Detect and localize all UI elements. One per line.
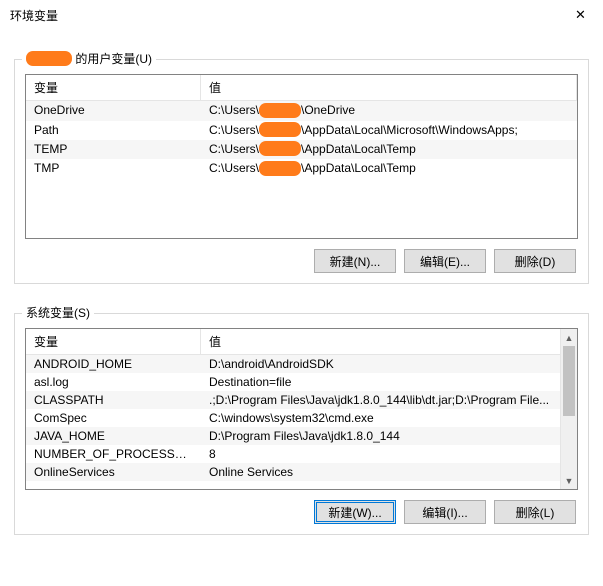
col-value[interactable]: 值 [201, 75, 577, 100]
user-delete-button[interactable]: 删除(D) [494, 249, 576, 273]
scroll-thumb[interactable] [563, 346, 575, 416]
sys-new-button[interactable]: 新建(W)... [314, 500, 396, 524]
var-name-cell: asl.log [26, 373, 201, 391]
var-name-cell: TEMP [26, 140, 201, 159]
var-value-cell: Online Services [201, 463, 577, 481]
titlebar: 环境变量 ✕ [0, 0, 603, 30]
sys-edit-button[interactable]: 编辑(I)... [404, 500, 486, 524]
user-edit-button[interactable]: 编辑(E)... [404, 249, 486, 273]
user-vars-list[interactable]: 变量 值 OneDriveC:\Users\\OneDrivePathC:\Us… [25, 74, 578, 239]
var-value-cell: .;D:\Program Files\Java\jdk1.8.0_144\lib… [201, 391, 577, 409]
var-value-cell: C:\Users\\AppData\Local\Microsoft\Window… [201, 121, 577, 140]
var-value-cell: D:\Program Files\Java\jdk1.8.0_144 [201, 427, 577, 445]
col-value[interactable]: 值 [201, 329, 577, 354]
close-button[interactable]: ✕ [558, 0, 603, 30]
user-new-button[interactable]: 新建(N)... [314, 249, 396, 273]
table-row[interactable]: CLASSPATH.;D:\Program Files\Java\jdk1.8.… [26, 391, 577, 409]
table-row[interactable]: TEMPC:\Users\\AppData\Local\Temp [26, 140, 577, 159]
sys-vars-label: 系统变量(S) [22, 304, 94, 321]
var-name-cell: ComSpec [26, 409, 201, 427]
var-name-cell: OneDrive [26, 101, 201, 120]
var-name-cell: JAVA_HOME [26, 427, 201, 445]
var-value-cell: C:\Users\\OneDrive [201, 101, 577, 120]
close-icon: ✕ [575, 7, 586, 23]
var-name-cell: Path [26, 121, 201, 140]
table-row[interactable]: NUMBER_OF_PROCESSORS8 [26, 445, 577, 463]
redacted-username-icon [259, 122, 301, 137]
var-value-cell: 8 [201, 445, 577, 463]
sys-vars-header: 变量 值 [26, 329, 577, 355]
window-title: 环境变量 [10, 7, 58, 24]
table-row[interactable]: OneDriveC:\Users\\OneDrive [26, 101, 577, 120]
var-name-cell: CLASSPATH [26, 391, 201, 409]
user-vars-label-text: 的用户变量(U) [72, 52, 152, 66]
var-value-cell: Destination=file [201, 373, 577, 391]
table-row[interactable]: TMPC:\Users\\AppData\Local\Temp [26, 159, 577, 178]
var-name-cell: TMP [26, 159, 201, 178]
col-variable[interactable]: 变量 [26, 329, 201, 354]
redacted-username-icon [259, 161, 301, 176]
redacted-username-icon [259, 141, 301, 156]
table-row[interactable]: PathC:\Users\\AppData\Local\Microsoft\Wi… [26, 121, 577, 140]
table-row[interactable]: ComSpecC:\windows\system32\cmd.exe [26, 409, 577, 427]
var-value-cell: C:\Users\\AppData\Local\Temp [201, 140, 577, 159]
table-row[interactable]: ANDROID_HOMED:\android\AndroidSDK [26, 355, 577, 373]
var-name-cell: OnlineServices [26, 463, 201, 481]
var-value-cell: C:\windows\system32\cmd.exe [201, 409, 577, 427]
var-value-cell: D:\android\AndroidSDK [201, 355, 577, 373]
sys-scrollbar[interactable]: ▲ ▼ [560, 329, 577, 489]
table-row[interactable]: JAVA_HOMED:\Program Files\Java\jdk1.8.0_… [26, 427, 577, 445]
redacted-username-icon [259, 103, 301, 118]
table-row[interactable]: OnlineServicesOnline Services [26, 463, 577, 481]
table-row[interactable]: asl.logDestination=file [26, 373, 577, 391]
var-name-cell: NUMBER_OF_PROCESSORS [26, 445, 201, 463]
user-vars-label: 的用户变量(U) [22, 50, 156, 67]
user-vars-header: 变量 值 [26, 75, 577, 101]
redacted-username-icon [26, 51, 72, 66]
var-value-cell: C:\Users\\AppData\Local\Temp [201, 159, 577, 178]
sys-delete-button[interactable]: 删除(L) [494, 500, 576, 524]
scroll-up-icon[interactable]: ▲ [561, 329, 577, 346]
col-variable[interactable]: 变量 [26, 75, 201, 100]
var-name-cell: ANDROID_HOME [26, 355, 201, 373]
scroll-down-icon[interactable]: ▼ [561, 472, 577, 489]
sys-vars-list[interactable]: 变量 值 ANDROID_HOMED:\android\AndroidSDKas… [25, 328, 578, 490]
